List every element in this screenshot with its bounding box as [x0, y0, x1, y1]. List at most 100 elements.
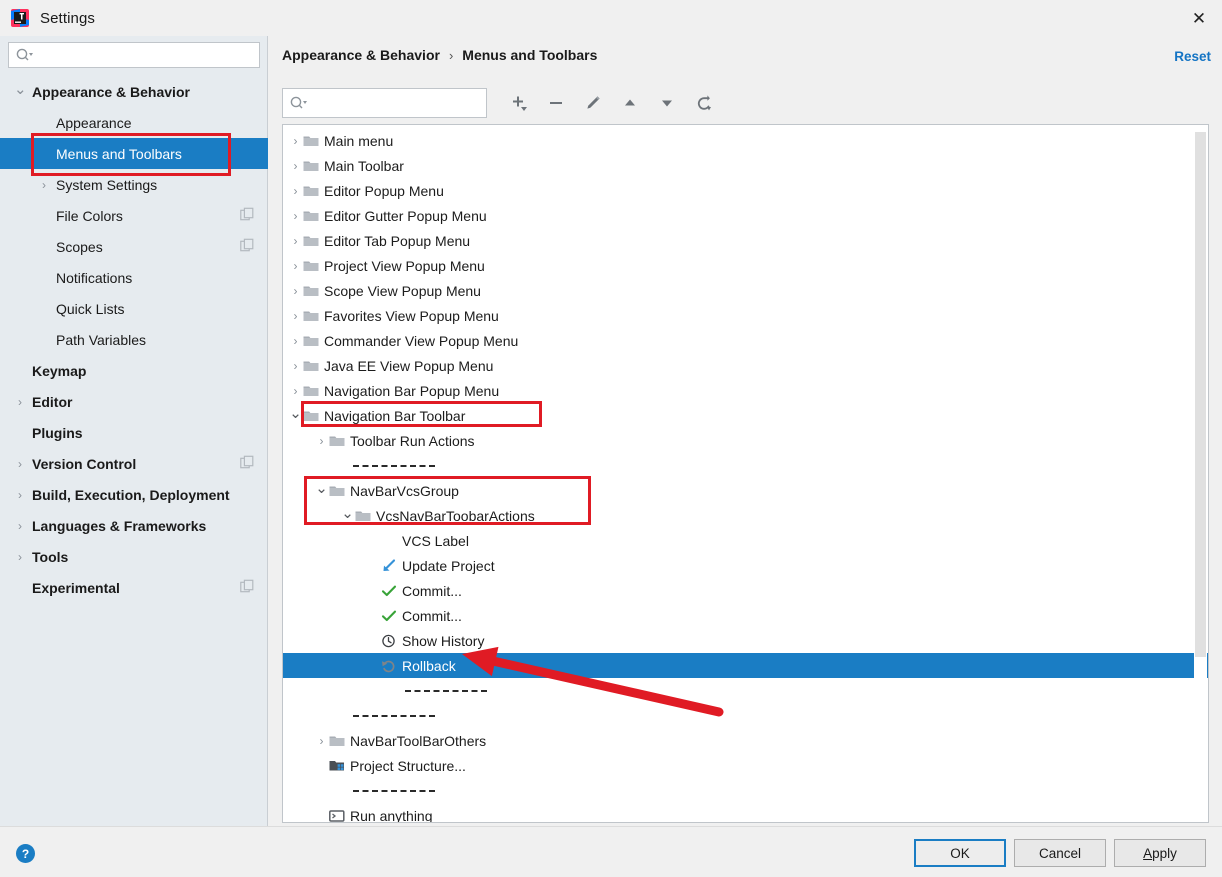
- sidebar-item-label: Scopes: [56, 238, 103, 255]
- tree-row-navbarvcsgroup[interactable]: ⌄ NavBarVcsGroup: [283, 478, 1208, 503]
- move-up-button[interactable]: [618, 91, 642, 115]
- chevron-down-icon[interactable]: ⌄: [14, 82, 27, 97]
- menus-toolbars-tree[interactable]: › Main menu › Main Toolbar › Editor Popup Men…: [282, 124, 1209, 823]
- tree-row-main-menu[interactable]: › Main menu: [283, 128, 1208, 153]
- tree-row-project-view-popup-menu[interactable]: › Project View Popup Menu: [283, 253, 1208, 278]
- tree-row-navigation-bar-popup-menu[interactable]: › Navigation Bar Popup Menu: [283, 378, 1208, 403]
- chevron-right-icon[interactable]: ›: [289, 259, 302, 273]
- tree-row-show-history[interactable]: Show History: [283, 628, 1208, 653]
- tree-row-favorites-view-popup-menu[interactable]: › Favorites View Popup Menu: [283, 303, 1208, 328]
- tree-row-editor-gutter-popup-menu[interactable]: › Editor Gutter Popup Menu: [283, 203, 1208, 228]
- close-icon[interactable]: ✕: [1176, 0, 1222, 36]
- chevron-right-icon[interactable]: ›: [14, 489, 26, 501]
- chevron-right-icon[interactable]: ›: [289, 234, 302, 248]
- tree-row-commander-view-popup-menu[interactable]: › Commander View Popup Menu: [283, 328, 1208, 353]
- chevron-right-icon[interactable]: ›: [14, 396, 26, 408]
- tree-row-commit[interactable]: Commit...: [283, 603, 1208, 628]
- tree-vertical-scrollbar[interactable]: [1194, 126, 1207, 821]
- chevron-right-icon[interactable]: ›: [289, 159, 302, 173]
- add-button[interactable]: [507, 91, 531, 115]
- sidebar-item-quick-lists[interactable]: Quick Lists: [0, 293, 268, 324]
- chevron-right-icon[interactable]: ›: [315, 434, 328, 448]
- tree-row-project-structure[interactable]: Project Structure...: [283, 753, 1208, 778]
- chevron-right-icon[interactable]: ›: [14, 551, 26, 563]
- chevron-right-icon[interactable]: ›: [289, 334, 302, 348]
- sidebar-item-menus-and-toolbars[interactable]: Menus and Toolbars: [0, 138, 268, 169]
- tree-row-label: VcsNavBarToobarActions: [376, 507, 535, 524]
- run-anything-icon: [328, 809, 346, 823]
- chevron-down-icon[interactable]: ⌄: [289, 404, 302, 422]
- tree-row-editor-tab-popup-menu[interactable]: › Editor Tab Popup Menu: [283, 228, 1208, 253]
- sidebar-item-file-colors[interactable]: File Colors: [0, 200, 268, 231]
- sidebar-item-scopes[interactable]: Scopes: [0, 231, 268, 262]
- chevron-right-icon[interactable]: ›: [289, 134, 302, 148]
- sidebar-search-input[interactable]: [34, 43, 259, 67]
- chevron-right-icon[interactable]: ›: [289, 284, 302, 298]
- tree-row-navbartoolbarothers[interactable]: › NavBarToolBarOthers: [283, 728, 1208, 753]
- chevron-right-icon[interactable]: ›: [289, 184, 302, 198]
- help-button[interactable]: ?: [16, 844, 35, 863]
- chevron-right-icon[interactable]: ›: [289, 309, 302, 323]
- tree-search-box[interactable]: [282, 88, 489, 118]
- sidebar-item-system-settings[interactable]: › System Settings: [0, 169, 268, 200]
- sidebar-item-appearance[interactable]: Appearance: [0, 107, 268, 138]
- sidebar-item-plugins[interactable]: Plugins: [0, 417, 268, 448]
- sidebar-item-keymap[interactable]: Keymap: [0, 355, 268, 386]
- tree-row-vcs-label[interactable]: VCS Label: [283, 528, 1208, 553]
- tree-row-scope-view-popup-menu[interactable]: › Scope View Popup Menu: [283, 278, 1208, 303]
- apply-button[interactable]: Apply: [1114, 839, 1206, 867]
- tree-row-label: Editor Tab Popup Menu: [324, 232, 471, 249]
- cancel-button[interactable]: Cancel: [1014, 839, 1106, 867]
- chevron-right-icon[interactable]: ›: [38, 179, 50, 191]
- ok-button[interactable]: OK: [914, 839, 1006, 867]
- tree-search-input[interactable]: [308, 89, 489, 117]
- panel-toolbar: [282, 86, 716, 120]
- breadcrumb-parent[interactable]: Appearance & Behavior: [282, 47, 440, 63]
- sidebar-item-version-control[interactable]: › Version Control: [0, 448, 268, 479]
- update-arrow-icon: [380, 558, 398, 573]
- settings-main-panel: Appearance & Behavior › Menus and Toolba…: [269, 36, 1222, 826]
- tree-row-vcsnavbartoobaractions[interactable]: ⌄ VcsNavBarToobarActions: [283, 503, 1208, 528]
- folder-icon: [302, 134, 320, 148]
- sidebar-item-editor[interactable]: › Editor: [0, 386, 268, 417]
- tree-row-java-ee-view-popup-menu[interactable]: › Java EE View Popup Menu: [283, 353, 1208, 378]
- tree-row-commit[interactable]: Commit...: [283, 578, 1208, 603]
- tree-row-toolbar-run-actions[interactable]: › Toolbar Run Actions: [283, 428, 1208, 453]
- check-icon: [380, 609, 398, 623]
- reset-link[interactable]: Reset: [1174, 49, 1211, 64]
- sidebar-item-label: Build, Execution, Deployment: [32, 486, 230, 503]
- chevron-right-icon[interactable]: ›: [315, 734, 328, 748]
- sidebar-item-notifications[interactable]: Notifications: [0, 262, 268, 293]
- chevron-right-icon[interactable]: ›: [14, 458, 26, 470]
- sidebar-item-experimental[interactable]: Experimental: [0, 572, 268, 603]
- chevron-down-icon[interactable]: ⌄: [315, 479, 328, 497]
- remove-button[interactable]: [544, 91, 568, 115]
- chevron-right-icon[interactable]: ›: [14, 520, 26, 532]
- edit-button[interactable]: [581, 91, 605, 115]
- move-down-button[interactable]: [655, 91, 679, 115]
- tree-separator: [283, 453, 1208, 478]
- tree-row-rollback[interactable]: Rollback: [283, 653, 1208, 678]
- tree-row-navigation-bar-toolbar[interactable]: ⌄ Navigation Bar Toolbar: [283, 403, 1208, 428]
- sidebar-item-languages-frameworks[interactable]: › Languages & Frameworks: [0, 510, 268, 541]
- chevron-down-icon[interactable]: ⌄: [341, 504, 354, 522]
- restore-button[interactable]: [692, 91, 716, 115]
- folder-icon: [328, 484, 346, 498]
- tree-row-update-project[interactable]: Update Project: [283, 553, 1208, 578]
- tree-row-run-anything[interactable]: Run anything: [283, 803, 1208, 823]
- chevron-right-icon[interactable]: ›: [289, 384, 302, 398]
- chevron-right-icon[interactable]: ›: [289, 359, 302, 373]
- sidebar-item-tools[interactable]: › Tools: [0, 541, 268, 572]
- sidebar-item-appearance-behavior[interactable]: ⌄ Appearance & Behavior: [0, 76, 268, 107]
- tree-row-label: Main Toolbar: [324, 157, 404, 174]
- sidebar-search-box[interactable]: [8, 42, 260, 68]
- chevron-right-icon[interactable]: ›: [289, 209, 302, 223]
- scrollbar-thumb[interactable]: [1195, 132, 1206, 657]
- tree-row-main-toolbar[interactable]: › Main Toolbar: [283, 153, 1208, 178]
- tree-row-label: Show History: [402, 632, 485, 649]
- tree-row-label: Run anything: [350, 807, 433, 823]
- sidebar-item-build-execution-deployment[interactable]: › Build, Execution, Deployment: [0, 479, 268, 510]
- tree-row-editor-popup-menu[interactable]: › Editor Popup Menu: [283, 178, 1208, 203]
- sidebar-item-path-variables[interactable]: Path Variables: [0, 324, 268, 355]
- twisty-placeholder: [315, 759, 328, 773]
